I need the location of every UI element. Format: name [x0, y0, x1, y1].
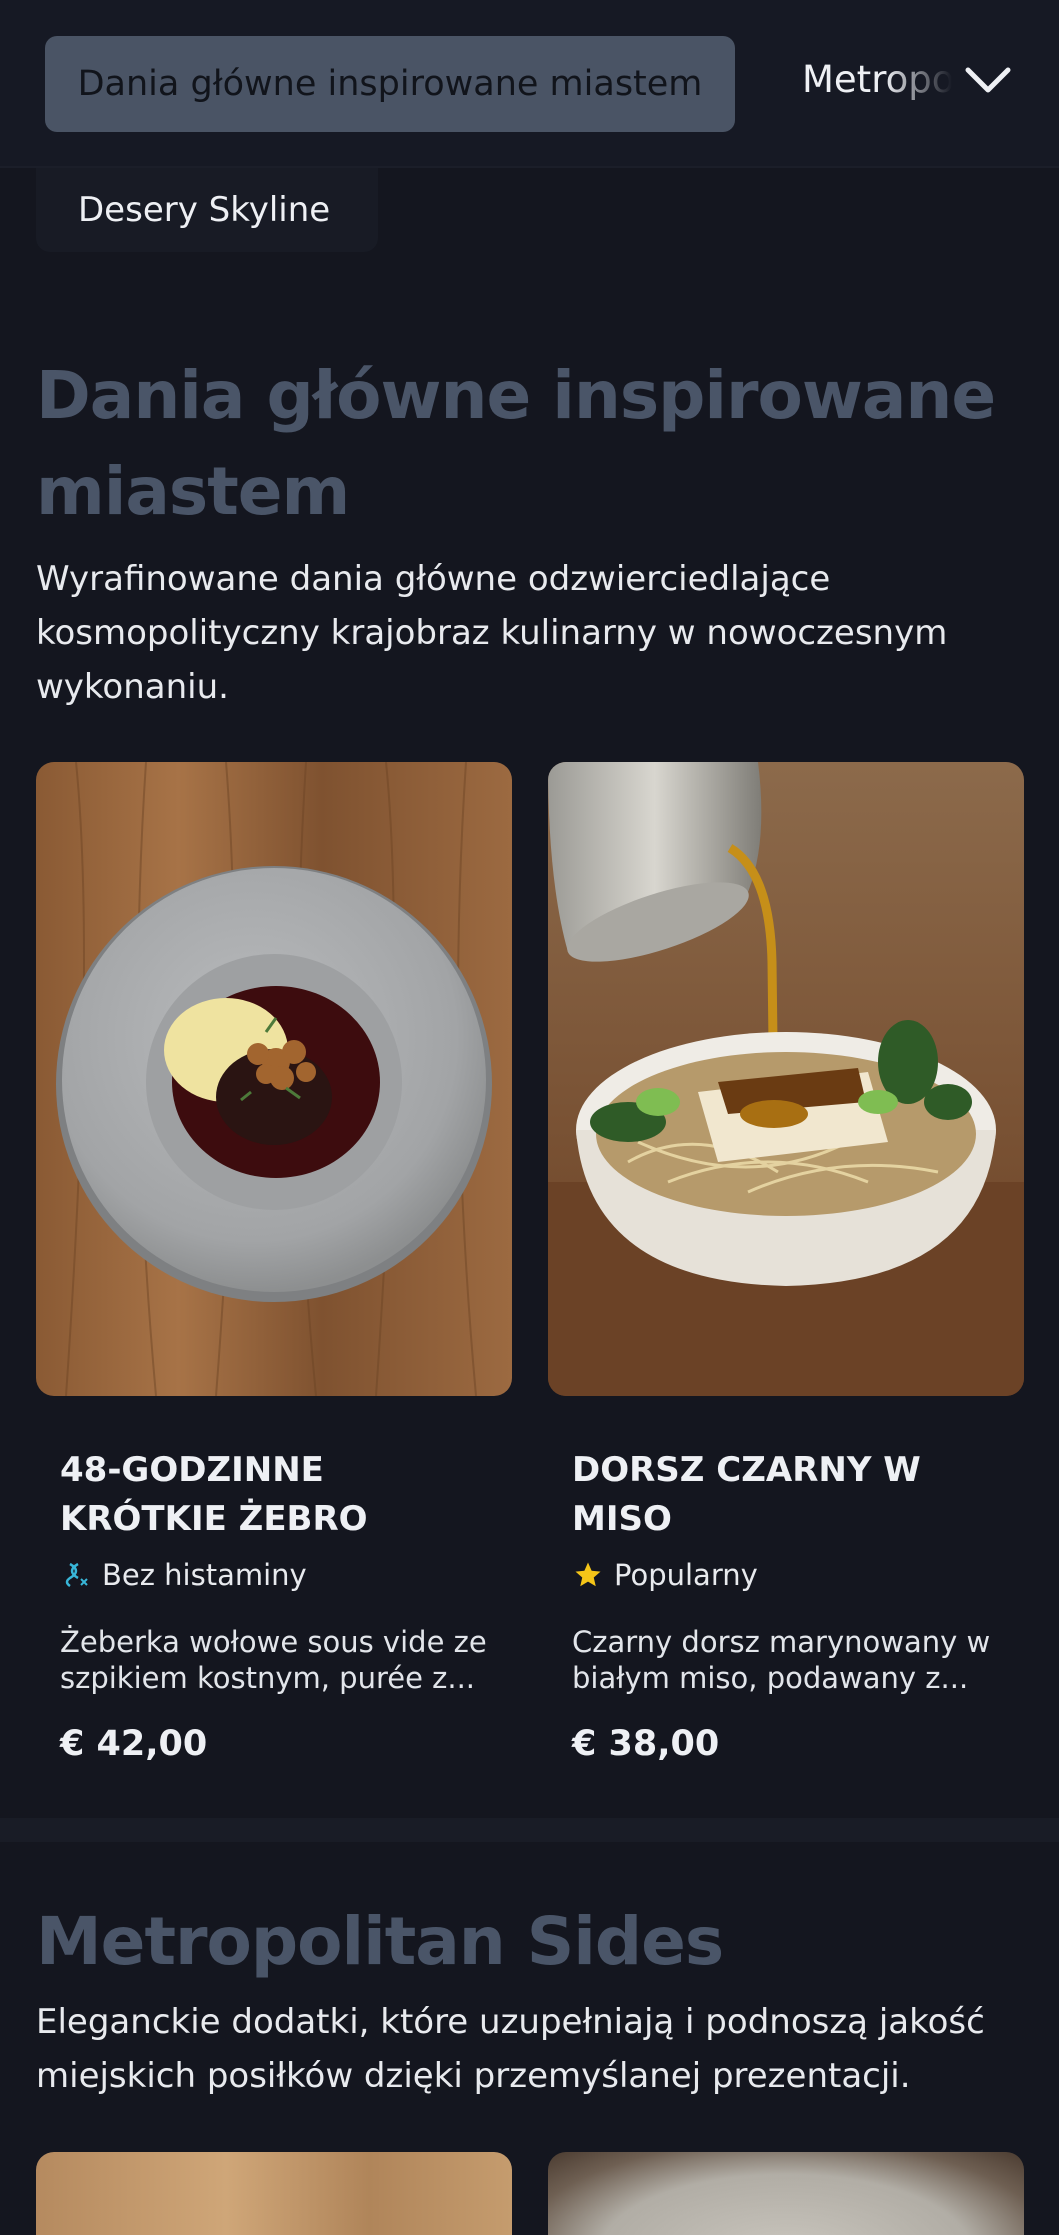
chevron-down-icon[interactable]: [962, 60, 1014, 100]
menu-card[interactable]: DORSZ CZARNY W MISO Popularny Czarny dor…: [548, 762, 1024, 1764]
dish-badge: Bez histaminy: [60, 1558, 307, 1592]
section-divider: [0, 1818, 1059, 1842]
section-title-mains: Dania główne inspirowane miastem: [36, 357, 996, 530]
section-title-sides: Metropolitan Sides: [36, 1903, 724, 1980]
menu-card[interactable]: [548, 2152, 1024, 2235]
tab-sides[interactable]: Metropolitan Sides: [802, 58, 952, 108]
category-nav: Dania główne inspirowane miastem Metropo…: [0, 0, 1059, 168]
dish-image: [36, 2152, 512, 2235]
menu-card[interactable]: 48-GODZINNE KRÓTKIE ŻEBRO Bez histaminy …: [36, 762, 512, 1764]
dish-image: [36, 762, 512, 1396]
star-icon: [572, 1559, 604, 1591]
dish-name: DORSZ CZARNY W MISO: [572, 1450, 921, 1539]
dish-price: € 38,00: [572, 1724, 720, 1764]
tab-desserts[interactable]: Desery Skyline: [36, 168, 378, 252]
dish-badge: Popularny: [572, 1558, 758, 1592]
section-description-sides: Eleganckie dodatki, które uzupełniają i …: [36, 2002, 985, 2096]
dish-badge-label: Popularny: [614, 1558, 758, 1592]
dish-name: 48-GODZINNE KRÓTKIE ŻEBRO: [60, 1450, 368, 1539]
dish-price: € 42,00: [60, 1724, 208, 1764]
tab-mains[interactable]: Dania główne inspirowane miastem: [45, 36, 735, 132]
dish-image: [548, 762, 1024, 1396]
section-description-mains: Wyrafinowane dania główne odzwierciedlaj…: [36, 559, 948, 707]
dish-description: Żeberka wołowe sous vide ze szpikiem kos…: [60, 1625, 487, 1695]
dish-description: Czarny dorsz marynowany w białym miso, p…: [572, 1625, 991, 1695]
menu-card[interactable]: [36, 2152, 512, 2235]
dna-icon: [60, 1559, 92, 1591]
dish-badge-label: Bez histaminy: [102, 1558, 307, 1592]
dish-image: [548, 2152, 1024, 2235]
